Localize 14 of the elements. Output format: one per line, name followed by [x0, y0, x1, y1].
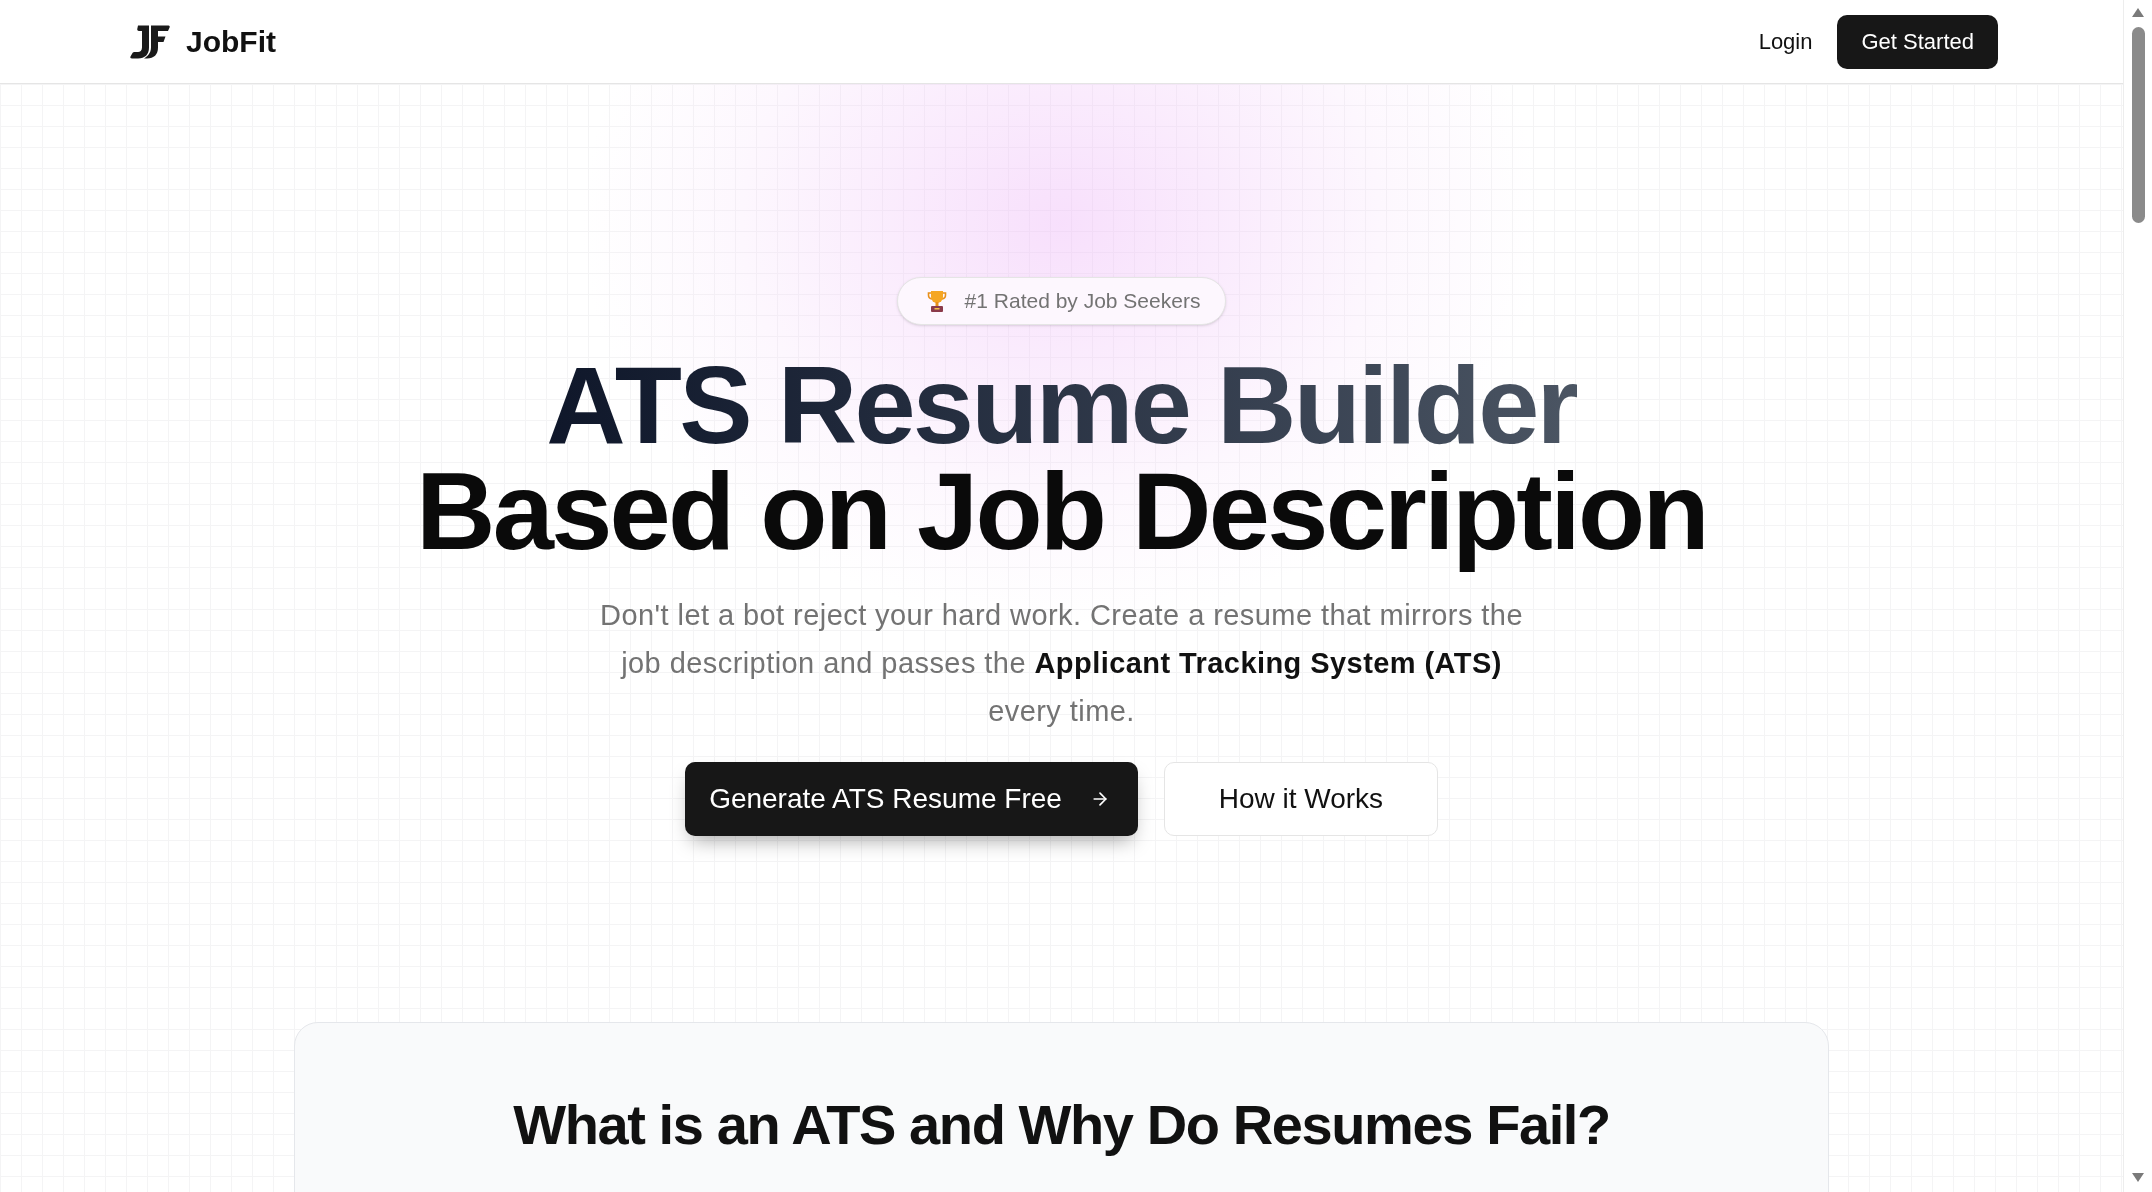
triangle-down-icon[interactable]: [2132, 1173, 2144, 1182]
hero-title-line: Based on Job Description: [416, 468, 1707, 574]
scrollbar-thumb[interactable]: [2131, 27, 2145, 223]
generate-resume-button[interactable]: Generate ATS Resume Free: [685, 762, 1138, 836]
how-it-works-button[interactable]: How it Works: [1163, 762, 1438, 836]
get-started-button[interactable]: Get Started: [1837, 14, 1998, 69]
trophy-icon: [926, 290, 947, 312]
brand-name[interactable]: JobFit: [186, 26, 276, 57]
hero-subtitle: Don't let a bot reject your hard work. Create a resume that mirrors the job description and passes the Applicant Tracking System (ATS) every time.: [599, 598, 1524, 729]
info-card-title: What is an ATS and Why Do Resumes Fail?: [513, 1092, 1610, 1158]
rating-text: #1 Rated by Job Seekers: [964, 288, 1201, 315]
logo-icon: [130, 24, 170, 59]
login-link[interactable]: Login: [1758, 25, 1813, 58]
triangle-up-icon[interactable]: [2132, 8, 2144, 17]
